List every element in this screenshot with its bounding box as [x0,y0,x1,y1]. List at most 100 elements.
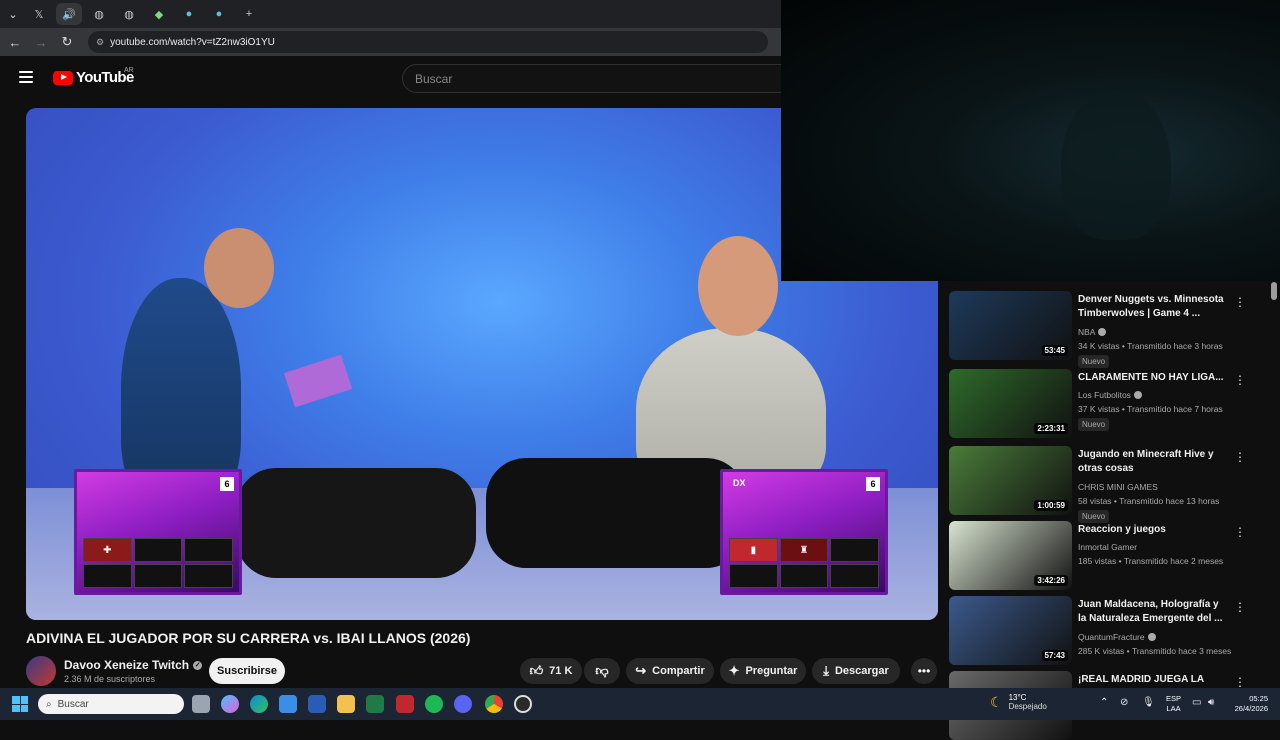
spotify-icon[interactable] [425,695,443,713]
video-thumbnail[interactable]: 3:42:26 [949,521,1072,590]
network-icon[interactable]: ⊘ [1120,697,1128,708]
system-clock[interactable]: 05:25 26/4/2026 [1226,694,1268,714]
video-duration: 1:00:59 [1034,500,1068,511]
recommendation-item[interactable]: 1:00:59 Jugando en Minecraft Hive y otras… [946,442,1266,523]
more-options-icon[interactable]: ⋮ [1234,675,1246,689]
clock-time: 05:25 [1249,694,1268,703]
tab-4[interactable]: ◍ [116,3,142,25]
recommendation-item[interactable]: 57:43 Juan Maldacena, Holografía y la Nat… [946,592,1266,665]
recommendation-title[interactable]: ¡REAL MADRID JUEGA LA [1078,673,1228,687]
more-options-icon[interactable]: ⋮ [1234,295,1246,309]
dislike-button[interactable]: 👎︎ [584,658,620,684]
recommendation-title[interactable]: CLARAMENTE NO HAY LIGA... [1078,371,1228,385]
back-icon[interactable]: ← [4,35,26,50]
more-options-icon[interactable]: ⋮ [1234,373,1246,387]
windows-start-icon[interactable] [12,696,28,712]
tab-search-chevron-icon[interactable]: ⌄ [4,5,22,23]
tab-7[interactable]: ● [206,3,232,25]
verified-icon [1133,391,1142,399]
reload-icon[interactable]: ↻ [56,34,78,50]
tab-6[interactable]: ● [176,3,202,25]
video-thumbnail[interactable]: 53:45 [949,291,1072,360]
taskbar-search[interactable]: ⌕ Buscar [38,694,184,714]
recommendation-title[interactable]: Jugando en Minecraft Hive y otras cosas [1078,448,1228,476]
recommendation-title[interactable]: Juan Maldacena, Holografía y la Naturale… [1078,598,1228,626]
recommendation-channel[interactable]: NBA [1078,327,1107,337]
video-thumbnail[interactable]: 57:43 [949,596,1072,665]
recommendation-item[interactable]: 3:42:26 Reaccion y juegos Inmortal Gamer 18… [946,517,1266,590]
recommendation-channel[interactable]: CHRIS MINI GAMES [1078,482,1158,492]
share-button[interactable]: ↪ Compartir [626,658,714,684]
ask-button[interactable]: ✦ Preguntar [720,658,806,684]
task-view-icon[interactable] [192,695,210,713]
recommendation-title[interactable]: Reaccion y juegos [1078,523,1228,537]
video-duration: 57:43 [1041,650,1068,661]
youtube-logo[interactable]: YouTube [53,69,134,86]
edge-icon[interactable] [250,695,268,713]
forward-icon[interactable]: → [30,35,52,50]
more-actions-button[interactable]: ••• [911,658,937,684]
left-score: 6 [220,477,234,491]
right-slots: ▮ ♜ [729,538,879,588]
scrollbar-thumb[interactable] [1271,282,1277,300]
recommendation-channel[interactable]: Inmortal Gamer [1078,542,1137,552]
video-thumbnail[interactable]: 1:00:59 [949,446,1072,515]
channel-name: NBA [1078,327,1096,337]
recommendation-channel[interactable]: QuantumFracture [1078,632,1156,642]
word-icon[interactable] [308,695,326,713]
video-person-right-head [698,236,778,336]
taskbar-search-placeholder: Buscar [57,698,89,710]
stream-app-icon[interactable] [396,695,414,713]
discord-icon[interactable] [454,695,472,713]
site-info-icon[interactable]: ⚙ [96,37,104,48]
download-button[interactable]: ⤓ Descargar [812,658,900,684]
subscribe-button[interactable]: Suscribirse [209,658,285,684]
recommendation-channel[interactable]: Los Futbolitos [1078,390,1142,400]
tab-youtube-active[interactable]: 🔊 [56,3,82,25]
channel-avatar[interactable] [26,656,56,686]
download-label: Descargar [834,665,889,677]
more-options-icon[interactable]: ⋮ [1234,450,1246,464]
channel-name-link[interactable]: Davoo Xeneize Twitch ✓ [64,658,203,672]
file-explorer-icon[interactable] [337,695,355,713]
slot [83,564,132,588]
recommendation-title[interactable]: Denver Nuggets vs. Minnesota Timberwolve… [1078,293,1228,321]
new-tab-button[interactable]: + [236,3,262,25]
slot [779,564,829,588]
tray-chevron-icon[interactable]: ⌃ [1100,697,1108,708]
chrome-icon[interactable] [485,695,503,713]
weather-widget[interactable]: ☾ 13°C Despejado [990,693,1047,711]
like-button[interactable]: 👍︎ 71 K [520,658,582,684]
recommendation-item[interactable]: 53:45 Denver Nuggets vs. Minnesota Timber… [946,287,1266,368]
search-input[interactable]: Buscar [402,64,792,93]
verified-icon [1147,633,1156,641]
recommendation-item[interactable]: 2:23:31 CLARAMENTE NO HAY LIGA... Los Futb… [946,365,1266,438]
excel-icon[interactable] [366,695,384,713]
copilot-icon[interactable] [221,695,239,713]
search-placeholder: Buscar [415,71,453,86]
microphone-icon[interactable]: 🎙︎ [1142,697,1155,708]
hamburger-menu-icon[interactable] [19,71,33,83]
recommendation-meta: 37 K vistas • Transmitido hace 7 horas [1078,404,1223,414]
language-indicator[interactable]: ESP LAA [1166,694,1181,714]
obs-icon[interactable] [514,695,532,713]
tab-3[interactable]: ◍ [86,3,112,25]
clock-date: 26/4/2026 [1234,704,1268,713]
display-icon[interactable]: ▭ [1192,697,1201,708]
slot [133,564,183,588]
tab-5[interactable]: ◆ [146,3,172,25]
video-thumbnail[interactable]: 2:23:31 [949,369,1072,438]
url-field[interactable]: ⚙ youtube.com/watch?v=tZ2nw3iO1YU [88,31,768,53]
slot [729,564,778,588]
thumbs-up-icon: 👍︎ [529,663,544,678]
more-options-icon[interactable]: ⋮ [1234,600,1246,614]
new-badge: Nuevo [1078,418,1110,431]
slot [830,538,879,562]
sparkle-icon: ✦ [728,663,740,678]
tab-x[interactable]: 𝕏 [26,3,52,25]
right-score: 6 [866,477,880,491]
volume-icon[interactable]: 🔊︎ [1208,697,1214,708]
store-icon[interactable] [279,695,297,713]
video-card [283,354,353,408]
more-options-icon[interactable]: ⋮ [1234,525,1246,539]
